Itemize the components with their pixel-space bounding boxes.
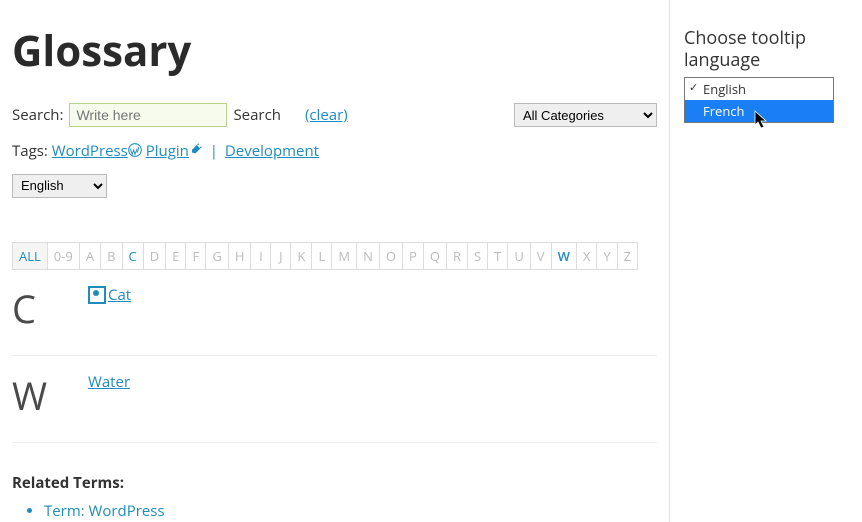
alpha-H: H bbox=[228, 242, 252, 270]
plugin-icon bbox=[189, 141, 203, 161]
term-link[interactable]: Water bbox=[88, 372, 130, 392]
page-title: Glossary bbox=[12, 22, 657, 79]
alpha-K: K bbox=[290, 242, 312, 270]
alpha-E: E bbox=[165, 242, 186, 270]
lang-option-english[interactable]: English bbox=[685, 78, 833, 100]
alpha-Q: Q bbox=[423, 242, 447, 270]
entry-C: C Cat bbox=[12, 269, 657, 356]
sidebar: Choose tooltip language EnglishFrench bbox=[670, 0, 862, 522]
entry-W: WWater bbox=[12, 356, 657, 443]
alpha-T: T bbox=[487, 242, 508, 270]
wordpress-icon bbox=[128, 141, 142, 161]
alpha-Y: Y bbox=[596, 242, 617, 270]
clear-link[interactable]: (clear) bbox=[305, 105, 348, 125]
search-label: Search: bbox=[12, 105, 63, 125]
tags-label: Tags: bbox=[12, 141, 48, 161]
alpha-J: J bbox=[270, 242, 291, 270]
letter-heading: W bbox=[12, 370, 88, 422]
alpha-S: S bbox=[467, 242, 488, 270]
category-select[interactable]: All Categories bbox=[514, 103, 657, 127]
alpha-U: U bbox=[507, 242, 530, 270]
tag-development[interactable]: Development bbox=[225, 141, 319, 161]
image-icon bbox=[88, 286, 106, 304]
search-input[interactable] bbox=[69, 103, 227, 127]
related-item[interactable]: Term: WordPress bbox=[44, 499, 657, 522]
tag-wordpress[interactable]: WordPress bbox=[52, 141, 128, 161]
alpha-index: ALL0-9ABCDEFGHIJKLMNOPQRSTUVWXYZ bbox=[12, 242, 657, 269]
alpha-D: D bbox=[143, 242, 166, 270]
language-select[interactable]: English bbox=[12, 174, 107, 198]
tag-separator: | bbox=[210, 141, 218, 161]
entries-list: C Cat WWater bbox=[12, 269, 657, 443]
lang-option-french[interactable]: French bbox=[685, 100, 833, 122]
alpha-V: V bbox=[530, 242, 552, 270]
alpha-G: G bbox=[205, 242, 228, 270]
alpha-0-9: 0-9 bbox=[47, 242, 80, 270]
alpha-L: L bbox=[311, 242, 332, 270]
term-link[interactable]: Cat bbox=[108, 285, 131, 305]
alpha-F: F bbox=[185, 242, 206, 270]
alpha-all[interactable]: ALL bbox=[12, 242, 48, 270]
related-title: Related Terms: bbox=[12, 473, 657, 493]
alpha-A: A bbox=[79, 242, 101, 270]
tag-plugin[interactable]: Plugin bbox=[146, 141, 189, 161]
alpha-Z: Z bbox=[617, 242, 638, 270]
tooltip-language-dropdown[interactable]: EnglishFrench bbox=[684, 77, 834, 123]
related-terms: Related Terms: Term: WordPressTerm: Plug… bbox=[12, 473, 657, 522]
alpha-I: I bbox=[250, 242, 271, 270]
search-button[interactable]: Search bbox=[233, 105, 281, 125]
sidebar-title: Choose tooltip language bbox=[684, 28, 848, 71]
alpha-X: X bbox=[576, 242, 598, 270]
alpha-P: P bbox=[402, 242, 424, 270]
alpha-C[interactable]: C bbox=[122, 242, 144, 270]
letter-heading: C bbox=[12, 283, 88, 335]
search-row: Search: Search (clear) All Categories bbox=[12, 103, 657, 127]
alpha-R: R bbox=[446, 242, 468, 270]
alpha-O: O bbox=[379, 242, 403, 270]
tags-row: Tags: WordPress Plugin | Development bbox=[12, 141, 657, 161]
alpha-N: N bbox=[356, 242, 380, 270]
alpha-B: B bbox=[100, 242, 122, 270]
main-content: Glossary Search: Search (clear) All Cate… bbox=[0, 0, 670, 522]
alpha-W[interactable]: W bbox=[551, 242, 577, 270]
alpha-M: M bbox=[331, 242, 357, 270]
